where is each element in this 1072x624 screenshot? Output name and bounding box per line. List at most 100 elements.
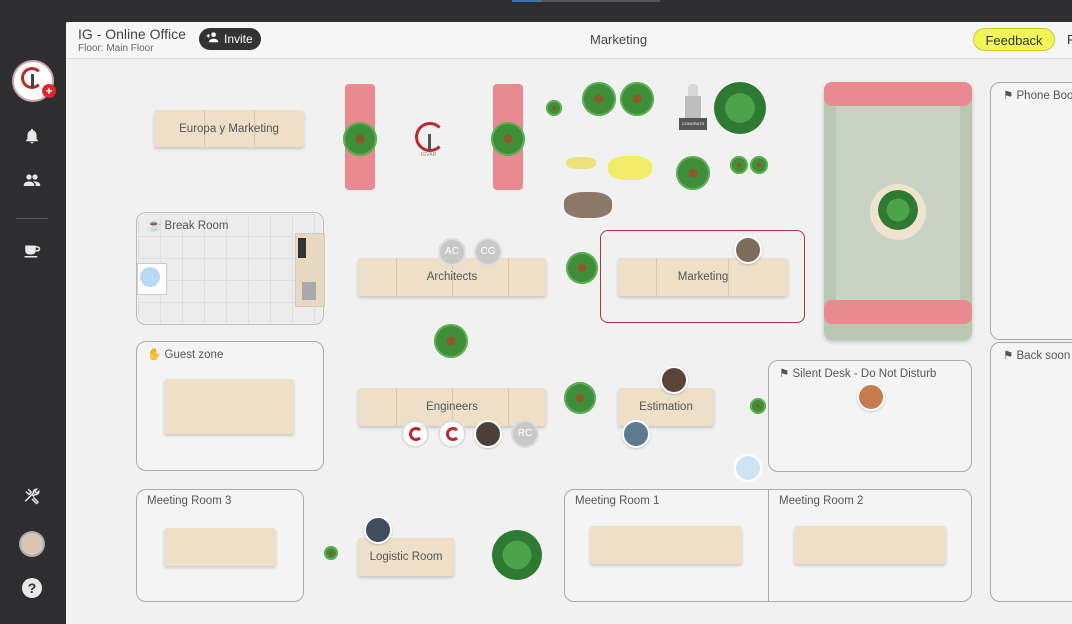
potted-plant [434,324,468,358]
invite-button[interactable]: Invite [199,28,261,50]
coffee-icon[interactable] [20,241,44,265]
table-europa[interactable]: Europa y Marketing [154,110,304,147]
break-room-counter [137,263,167,295]
zone-break-room[interactable]: ☕ Break Room [136,212,325,325]
trophy-body [685,96,701,118]
zone-label-meeting1[interactable]: Meeting Room 1 [575,495,659,507]
office-title: IG - Online Office [78,26,186,42]
user-initials-avatar[interactable]: AC [438,238,466,266]
bell-icon[interactable] [20,127,44,151]
zone-label-break: ☕ Break Room [147,218,228,232]
waving-hand-icon: ✋ [147,349,162,361]
table-label: Estimation [639,401,693,413]
lounge-area [824,82,972,340]
potted-plant [582,82,616,116]
flag-icon: ⚑ [1003,350,1014,362]
flag-icon: ⚑ [1003,90,1014,102]
user-initials-avatar[interactable]: RC [511,420,539,448]
zone-label-guest: ✋ Guest zone [147,347,223,361]
appliance [298,238,306,258]
user-avatar-engineers[interactable] [474,420,502,448]
add-person-icon [206,28,220,50]
lounge-sofa-bottom [824,300,972,324]
sidebar-divider [16,218,48,219]
coffee-cup-icon: ☕ [147,220,162,232]
zone-label-meeting2[interactable]: Meeting Room 2 [779,495,863,507]
zone-label-text: Phone Boo [1016,90,1072,102]
dog-sticker-small [566,157,596,169]
user-avatar-logo[interactable] [401,420,429,448]
trophy-base: CONGRATS [679,118,707,130]
feedback-button[interactable]: Feedback [973,28,1055,51]
potted-plant [546,100,562,116]
people-icon[interactable] [20,171,44,195]
table-label: Marketing [677,271,729,283]
logo-text: IGVAR [421,152,437,158]
zone-phone-booth[interactable]: ⚑ Phone Boo [990,82,1072,340]
zone-meeting-room-3[interactable]: Meeting Room 3 [136,489,304,602]
flag-icon: ⚑ [779,368,790,380]
emoji-avatar[interactable] [734,454,762,482]
potted-plant [676,156,710,190]
potted-plant [564,382,596,414]
room-divider [768,490,769,601]
potted-plant [620,82,654,116]
user-avatar-estimation[interactable] [622,420,650,448]
user-avatar-marketing[interactable] [734,236,762,264]
trophy-statue: CONGRATS [676,80,710,136]
user-initials-avatar[interactable]: CG [474,238,502,266]
large-plant [714,82,766,134]
zone-label-text: Break Room [164,220,229,232]
company-logo: IGVAR [411,120,451,160]
table-label: Logistic Room [369,551,443,563]
potted-plant [750,156,768,174]
meeting-table [164,528,276,566]
zone-label-silent: ⚑ Silent Desk - Do Not Disturb [779,366,936,380]
zone-label-meeting3: Meeting Room 3 [147,495,232,507]
table-label: Architects [426,271,478,283]
meeting-table-2 [794,526,946,564]
kitchen-counter [295,233,325,307]
potted-plant [750,398,766,414]
user-avatar-estimation[interactable] [660,366,688,394]
logo-i-shape [31,74,34,88]
table-label: Engineers [426,401,478,413]
zone-label-back: ⚑ Back soon [1003,348,1070,362]
lounge-sofa-top [824,82,972,106]
dog-sticker-brown [564,192,612,218]
potted-plant [566,252,598,284]
top-tab-accent [512,0,542,2]
app-logo[interactable]: + [12,60,56,102]
sidebar: + ? [0,0,66,624]
large-plant [878,190,918,230]
help-icon[interactable]: ? [22,578,42,598]
potted-plant [730,156,748,174]
floor-name[interactable]: Floor: Main Floor [78,43,154,54]
logo-i-shape [428,134,431,150]
zone-label-text: Guest zone [164,349,224,361]
water-dispenser [140,267,160,287]
office-header: IG - Online Office Floor: Main Floor Inv… [66,22,1072,59]
user-avatar-silent[interactable] [857,383,885,411]
zone-silent-desk[interactable]: ⚑ Silent Desk - Do Not Disturb [768,360,972,472]
header-overflow-text: F [1067,32,1072,47]
table-marketing[interactable]: Marketing [618,258,788,296]
window-top-strip [0,0,1072,22]
potted-plant [343,122,377,156]
guest-table [164,379,294,434]
user-avatar-logo[interactable] [438,420,466,448]
zone-label-phone: ⚑ Phone Boo [1003,88,1072,102]
zone-label-text: Back soon [1016,350,1071,362]
user-avatar[interactable] [19,531,45,557]
table-logistic[interactable]: Logistic Room [358,538,454,576]
potted-plant [324,546,338,560]
zone-guest[interactable]: ✋ Guest zone [136,341,324,471]
add-badge-icon[interactable]: + [42,84,56,98]
user-avatar-logistic[interactable] [364,516,392,544]
tools-icon[interactable] [20,487,44,511]
current-room-title: Marketing [590,32,648,47]
table-label: Europa y Marketing [179,122,279,135]
zone-back-soon[interactable]: ⚑ Back soon [990,342,1072,602]
dog-sticker-yellow [608,156,652,180]
office-floor-canvas: IG - Online Office Floor: Main Floor Inv… [66,22,1072,624]
